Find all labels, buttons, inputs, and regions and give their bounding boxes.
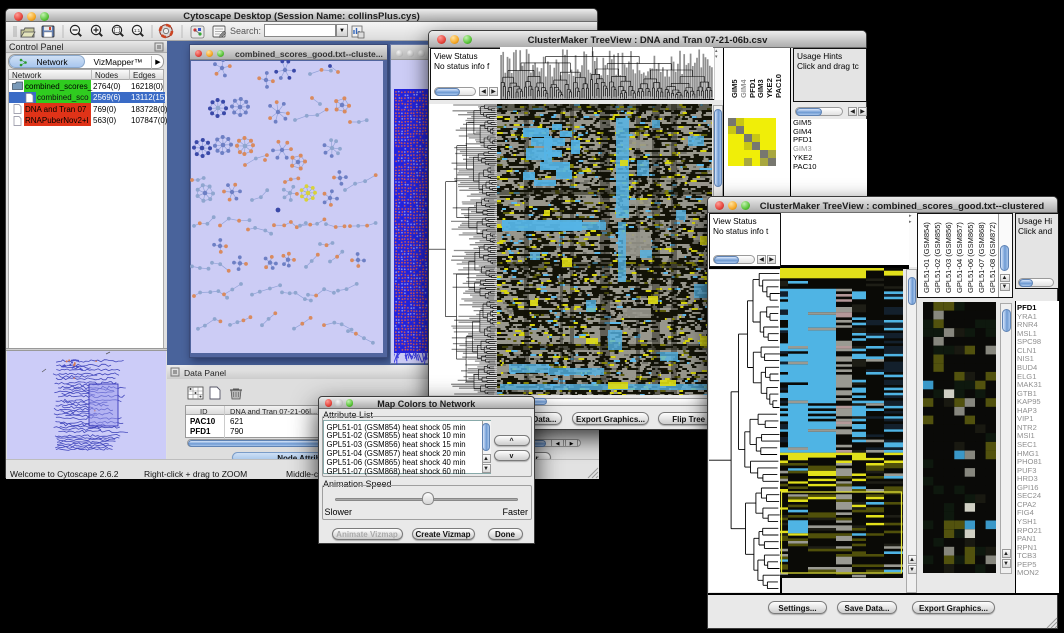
svg-text:1:1: 1:1 bbox=[134, 28, 141, 33]
